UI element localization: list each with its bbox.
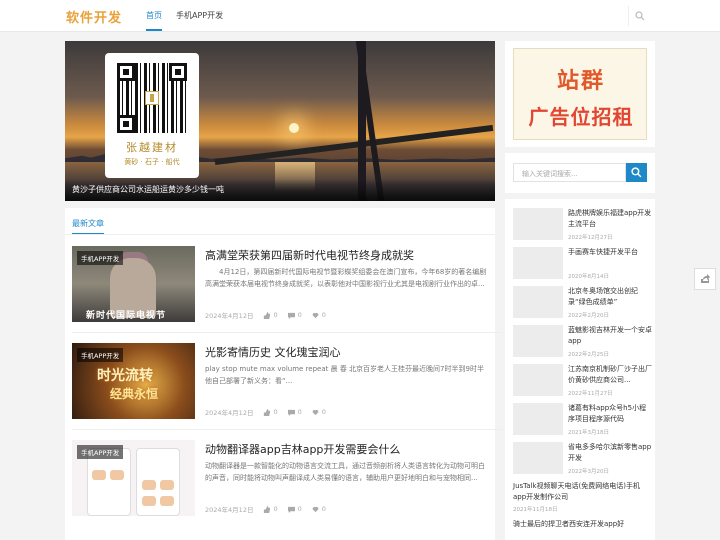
list-thumbnail <box>513 325 563 357</box>
list-item-date: 2022年3月20日 <box>568 469 609 475</box>
list-item-date: 2022年11月27日 <box>568 391 613 397</box>
list-item-date: 2022年12月27日 <box>568 235 613 241</box>
hero-caption-text[interactable]: 黄沙子供应商公司水运船运黄沙多少钱一吨 <box>72 184 224 195</box>
qr-logo-icon <box>145 91 159 105</box>
heart-icon <box>312 409 319 415</box>
list-thumbnail <box>513 247 563 279</box>
article-excerpt: 动物翻译器是一款智能化的动物语言交流工具，通过音频剖析将人类语言转化为动物可明白… <box>205 462 485 482</box>
card-tags: 黄砂 · 石子 · 船代 <box>124 158 180 166</box>
text-list-item-title[interactable]: 骑士最后的捍卫者西安连开发app好 <box>513 519 653 530</box>
qr-code <box>117 63 187 133</box>
heart-icon <box>312 312 319 318</box>
nav-mobile-app-dev[interactable]: 手机APP开发 <box>176 10 223 21</box>
heart-icon <box>312 506 319 512</box>
list-thumbnail <box>513 364 563 396</box>
list-item[interactable]: 路虎棋牌娱乐福建app开发主流平台 2022年12月27日 <box>513 208 653 244</box>
list-item[interactable]: 省电多多哈尔滨新零售app开发 2022年3月20日 <box>513 442 653 478</box>
favorite-count[interactable]: 0 <box>312 408 326 416</box>
article-thumbnail[interactable]: 手机APP开发 <box>72 440 195 516</box>
list-item-title[interactable]: 手画赛车快捷开发平台 <box>568 247 653 258</box>
category-badge[interactable]: 手机APP开发 <box>77 348 124 362</box>
sidebar-search: 输入关键词搜索... <box>505 153 655 193</box>
list-item-date: 2022年2月20日 <box>568 313 609 319</box>
search-input[interactable]: 输入关键词搜索... <box>513 163 626 182</box>
list-item[interactable]: 北京冬奥场馆交出创纪录“绿色成绩单” 2022年2月20日 <box>513 286 653 322</box>
article-date: 2024年4月12日 <box>205 409 254 417</box>
ad-title: 站群 <box>556 69 605 94</box>
qr-business-card: 张越建材 黄砂 · 石子 · 船代 <box>105 53 199 178</box>
list-item-title[interactable]: 诸葛有料app众号h5小程序项目程序源代码 <box>568 403 653 425</box>
comment-count[interactable]: 0 <box>287 311 302 319</box>
list-item-date: 2022年2月25日 <box>568 352 609 358</box>
article-excerpt: 4月12日，第四届新时代国际电视节暨彩蝶奖组委会在澳门宣布，今年68岁的著名编剧… <box>205 268 487 288</box>
list-thumbnail <box>513 286 563 318</box>
article-excerpt: play stop mute max volume repeat 晨 春 北京百… <box>205 365 484 385</box>
list-thumbnail <box>513 208 563 240</box>
comment-icon <box>287 312 295 319</box>
list-item-date: 2021年3月18日 <box>568 430 609 436</box>
list-item-title[interactable]: 北京冬奥场馆交出创纪录“绿色成绩单” <box>568 286 653 308</box>
favorite-count[interactable]: 0 <box>312 311 326 319</box>
article-item: 时光流转 经典永恒 手机APP开发 光影寄情历史 文化瑰宝润心 play sto… <box>72 333 502 430</box>
article-title[interactable]: 动物翻译器app吉林app开发需要会什么 <box>205 441 400 457</box>
like-count[interactable]: 0 <box>263 311 278 319</box>
article-date: 2024年4月12日 <box>205 312 254 320</box>
nav-home[interactable]: 首页 <box>146 10 162 31</box>
thumbs-up-icon <box>264 311 271 319</box>
sidebar-ad: 站群 广告位招租 <box>505 41 655 147</box>
ad-banner[interactable]: 站群 广告位招租 <box>513 48 647 140</box>
article-item: 手机APP开发 动物翻译器app吉林app开发需要会什么 动物翻译器是一款智能化… <box>72 430 488 518</box>
article-title[interactable]: 光影寄情历史 文化瑰宝润心 <box>205 344 341 360</box>
category-badge[interactable]: 手机APP开发 <box>77 445 124 459</box>
list-item[interactable]: 江苏南京机制砂厂沙子出厂价黄砂供应商公司... 2022年11月27日 <box>513 364 653 400</box>
thumbs-up-icon <box>264 505 271 513</box>
list-thumbnail <box>513 442 563 474</box>
favorite-count[interactable]: 0 <box>312 505 326 513</box>
list-item-title[interactable]: 江苏南京机制砂厂沙子出厂价黄砂供应商公司... <box>568 364 653 386</box>
ad-subtitle: 广告位招租 <box>528 105 634 129</box>
article-meta: 2024年4月12日 0 0 0 <box>205 407 326 417</box>
text-list-item-title[interactable]: JusTalk视频聊天电话(免费网络电话)手机app开发制作公司 <box>513 481 653 503</box>
site-header: 软件开发 首页 手机APP开发 <box>0 0 720 32</box>
hero-banner[interactable]: 张越建材 黄砂 · 石子 · 船代 黄沙子供应商公司水运船运黄沙多少钱一吨 <box>65 41 495 201</box>
comment-icon <box>287 409 295 416</box>
sidebar-article-list: 路虎棋牌娱乐福建app开发主流平台 2022年12月27日 手画赛车快捷开发平台… <box>505 199 655 540</box>
share-icon <box>701 274 710 283</box>
category-badge[interactable]: 手机APP开发 <box>77 251 124 265</box>
list-thumbnail <box>513 403 563 435</box>
section-title: 最新文章 <box>72 219 104 235</box>
hero-caption: 黄沙子供应商公司水运船运黄沙多少钱一吨 <box>65 179 495 201</box>
header-search-button[interactable] <box>628 6 650 26</box>
list-item[interactable]: 蓝魅影视吉林开发一个安卓app 2022年2月25日 <box>513 325 653 361</box>
hero-sun <box>289 123 299 133</box>
list-item-date: 2020年8月14日 <box>568 274 609 280</box>
article-meta: 2024年4月12日 0 0 0 <box>205 504 326 514</box>
card-company-name: 张越建材 <box>126 141 178 154</box>
comment-count[interactable]: 0 <box>287 505 302 513</box>
article-thumbnail[interactable]: 时光流转 经典永恒 手机APP开发 <box>72 343 195 419</box>
comment-count[interactable]: 0 <box>287 408 302 416</box>
article-meta: 2024年4月12日 0 0 0 <box>205 310 326 320</box>
thumbs-up-icon <box>264 408 271 416</box>
list-item[interactable]: 手画赛车快捷开发平台 2020年8月14日 <box>513 247 653 283</box>
site-logo[interactable]: 软件开发 <box>66 7 122 26</box>
search-submit-button[interactable] <box>626 163 647 182</box>
like-count[interactable]: 0 <box>263 408 278 416</box>
article-date: 2024年4月12日 <box>205 506 254 514</box>
comment-icon <box>287 506 295 513</box>
article-title[interactable]: 高满堂荣获第四届新时代电视节终身成就奖 <box>205 247 414 263</box>
list-item-title[interactable]: 省电多多哈尔滨新零售app开发 <box>568 442 653 464</box>
share-button[interactable] <box>694 268 716 290</box>
list-item-title[interactable]: 蓝魅影视吉林开发一个安卓app <box>568 325 653 347</box>
list-item-title[interactable]: 路虎棋牌娱乐福建app开发主流平台 <box>568 208 653 230</box>
article-thumbnail[interactable]: 新时代国际电视节 手机APP开发 <box>72 246 195 322</box>
latest-articles: 最新文章 新时代国际电视节 手机APP开发 高满堂荣获第四届新时代电视节终身成就… <box>65 208 502 540</box>
list-item[interactable]: 诸葛有料app众号h5小程序项目程序源代码 2021年3月18日 <box>513 403 653 439</box>
text-list-item-date: 2021年11月18日 <box>513 507 558 513</box>
search-icon <box>631 167 642 178</box>
like-count[interactable]: 0 <box>263 505 278 513</box>
article-item: 新时代国际电视节 手机APP开发 高满堂荣获第四届新时代电视节终身成就奖 4月1… <box>72 236 502 333</box>
search-icon <box>635 11 645 21</box>
